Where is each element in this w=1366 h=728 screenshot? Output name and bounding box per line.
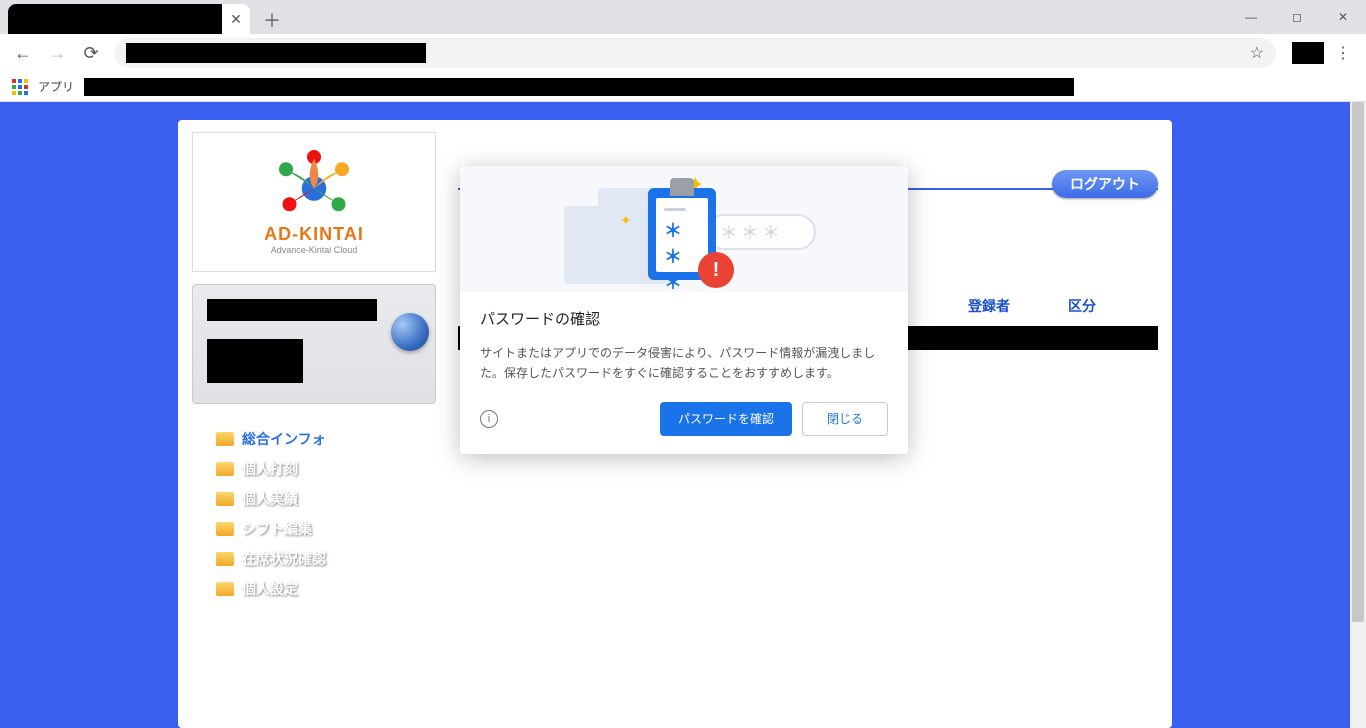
reload-button[interactable]: ⟳ <box>76 38 106 68</box>
window-maximize-button[interactable]: ◻ <box>1274 0 1320 34</box>
bookmarks-bar: アプリ <box>0 72 1366 102</box>
apps-label[interactable]: アプリ <box>38 78 74 95</box>
bookmarks-redacted <box>84 78 1074 96</box>
dialog-title: パスワードの確認 <box>480 308 888 329</box>
vertical-scrollbar[interactable] <box>1350 102 1366 728</box>
col-kind: 区分 <box>1058 296 1158 316</box>
tab-close-button[interactable]: ✕ <box>222 4 250 34</box>
password-check-dialog: ＊＊＊ ✦ ✦ ＊＊＊ ! パスワードの確認 サイトまたはアプリでのデータ侵害に… <box>460 166 908 454</box>
chrome-menu-button[interactable]: ⋮ <box>1328 38 1358 68</box>
address-bar[interactable]: ☆ <box>114 38 1276 68</box>
folder-icon <box>216 552 234 566</box>
info-icon[interactable]: i <box>480 410 498 428</box>
url-redacted <box>126 43 426 63</box>
new-tab-button[interactable]: ＋ <box>258 6 286 34</box>
logo-subtitle: Advance-Kintai Cloud <box>271 245 358 255</box>
nav-menu: 総合インフォ 個人打刻 個人実績 シフト編集 在席状況確認 <box>192 424 436 604</box>
sidebar: AD-KINTAI Advance-Kintai Cloud 総合インフォ 個人… <box>192 132 436 604</box>
folder-icon <box>216 492 234 506</box>
dialog-illustration: ＊＊＊ ✦ ✦ ＊＊＊ ! <box>460 166 908 292</box>
user-info-redacted <box>207 339 303 383</box>
nav-label: 個人実績 <box>242 489 298 509</box>
folder-icon <box>216 462 234 476</box>
bookmark-star-icon[interactable]: ☆ <box>1250 43 1264 63</box>
dialog-text: サイトまたはアプリでのデータ侵害により、パスワード情報が漏洩しました。保存したパ… <box>480 343 888 384</box>
col-author: 登録者 <box>958 296 1058 316</box>
nav-item-presence[interactable]: 在席状況確認 <box>216 544 436 574</box>
password-field-icon: ＊＊＊ <box>706 214 816 250</box>
nav-item-timestamp[interactable]: 個人打刻 <box>216 454 436 484</box>
extension-redacted[interactable] <box>1292 42 1324 64</box>
nav-label: 個人打刻 <box>242 459 298 479</box>
folder-icon <box>216 432 234 446</box>
globe-icon <box>391 313 429 351</box>
forward-button[interactable]: → <box>42 38 72 68</box>
logo-title: AD-KINTAI <box>264 224 364 245</box>
folder-icon <box>216 522 234 536</box>
nav-item-record[interactable]: 個人実績 <box>216 484 436 514</box>
nav-item-info[interactable]: 総合インフォ <box>216 424 436 454</box>
window-close-button[interactable]: ✕ <box>1320 0 1366 34</box>
nav-label: 在席状況確認 <box>242 549 326 569</box>
sparkle-icon: ✦ <box>620 212 632 229</box>
tab-bar: ✕ ＋ — ◻ ✕ <box>0 0 1366 34</box>
nav-label: 総合インフォ <box>242 429 326 449</box>
browser-tab[interactable] <box>8 4 228 34</box>
check-passwords-button[interactable]: パスワードを確認 <box>660 402 792 436</box>
window-minimize-button[interactable]: — <box>1228 0 1274 34</box>
logout-button[interactable]: ログアウト <box>1052 170 1158 198</box>
user-name-redacted <box>207 299 377 321</box>
apps-icon[interactable] <box>12 79 28 95</box>
browser-chrome: ✕ ＋ — ◻ ✕ ← → ⟳ ☆ ⋮ アプリ <box>0 0 1366 102</box>
back-button[interactable]: ← <box>8 38 38 68</box>
nav-item-shift[interactable]: シフト編集 <box>216 514 436 544</box>
window-controls: — ◻ ✕ <box>1228 0 1366 34</box>
nav-label: 個人設定 <box>242 579 298 599</box>
user-panel <box>192 284 436 404</box>
close-dialog-button[interactable]: 閉じる <box>802 402 888 436</box>
folder-icon <box>216 582 234 596</box>
nav-label: シフト編集 <box>242 519 312 539</box>
app-logo: AD-KINTAI Advance-Kintai Cloud <box>192 132 436 272</box>
alert-badge-icon: ! <box>698 252 734 288</box>
page-viewport: AD-KINTAI Advance-Kintai Cloud 総合インフォ 個人… <box>0 102 1366 728</box>
logo-graphic-icon <box>269 150 359 220</box>
nav-item-settings[interactable]: 個人設定 <box>216 574 436 604</box>
address-bar-row: ← → ⟳ ☆ ⋮ <box>0 34 1366 72</box>
